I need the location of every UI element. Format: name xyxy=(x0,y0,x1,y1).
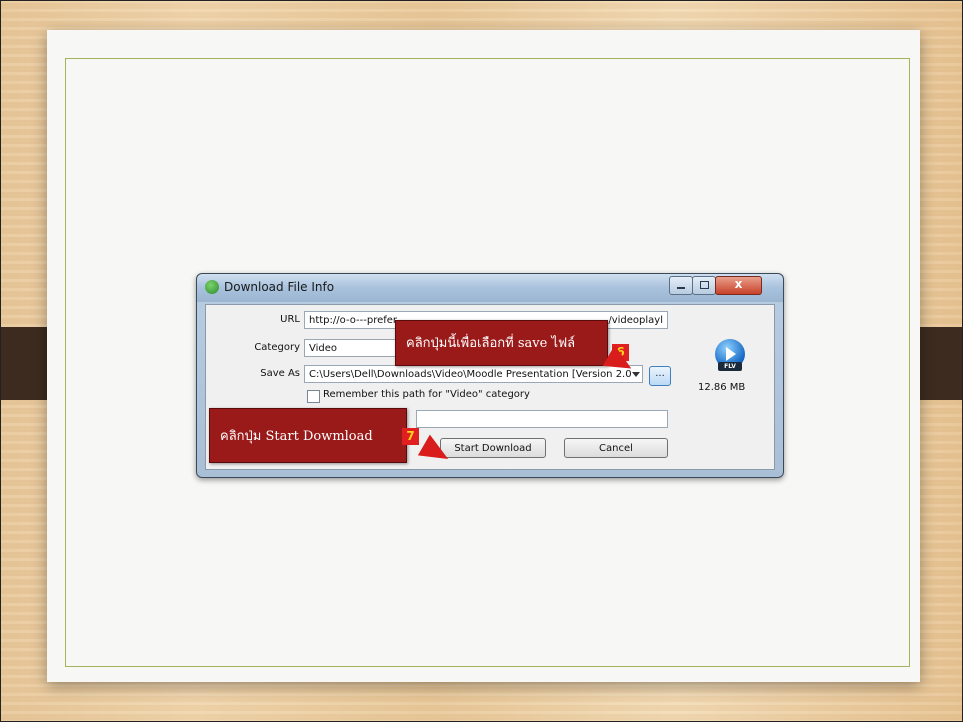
saveas-label: Save As xyxy=(260,368,300,379)
category-select[interactable]: Video xyxy=(304,339,404,357)
close-button[interactable] xyxy=(715,276,762,295)
url-label: URL xyxy=(280,314,300,325)
file-size: 12.86 MB xyxy=(698,382,746,393)
browse-button[interactable]: ... xyxy=(649,366,671,386)
chevron-down-icon[interactable] xyxy=(632,372,640,377)
file-type-tag: FLV xyxy=(718,362,742,371)
start-download-button[interactable]: Start Download xyxy=(440,438,546,458)
saveas-value: C:\Users\Dell\Downloads\Video\Moodle Pre… xyxy=(309,369,632,380)
app-icon xyxy=(205,280,219,294)
url-value-tail: /videoplayl xyxy=(608,315,663,326)
callout-step-6-text: คลิกปุ่มนี้เพื่อเลือกที่ save ไฟล์ xyxy=(406,336,576,351)
cancel-button[interactable]: Cancel xyxy=(564,438,668,458)
maximize-button[interactable] xyxy=(692,276,716,295)
step-7-badge: 7 xyxy=(402,428,419,445)
url-value: http://o-o---prefer xyxy=(309,315,398,326)
callout-step-6: คลิกปุ่มนี้เพื่อเลือกที่ save ไฟล์ xyxy=(395,320,608,366)
saveas-field[interactable]: C:\Users\Dell\Downloads\Video\Moodle Pre… xyxy=(304,365,643,383)
remember-path-checkbox[interactable] xyxy=(307,390,320,403)
description-field[interactable] xyxy=(416,410,668,428)
category-label: Category xyxy=(254,342,300,353)
callout-step-7: คลิกปุ่ม Start Dowmload xyxy=(209,408,407,463)
remember-path-label: Remember this path for "Video" category xyxy=(323,389,530,400)
category-value: Video xyxy=(309,343,338,354)
window-title: Download File Info xyxy=(224,280,335,294)
title-bar[interactable]: Download File Info xyxy=(197,274,783,302)
callout-step-7-text: คลิกปุ่ม Start Dowmload xyxy=(220,429,373,444)
minimize-button[interactable] xyxy=(669,276,693,295)
